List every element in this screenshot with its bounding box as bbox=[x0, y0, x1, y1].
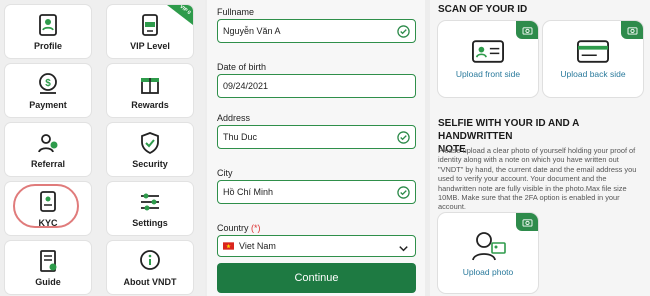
fullname-label: Fullname bbox=[217, 7, 255, 17]
menu-label-rewards: Rewards bbox=[131, 100, 169, 110]
upload-back-card[interactable]: Upload back side bbox=[543, 21, 643, 97]
menu-label-settings: Settings bbox=[132, 218, 168, 228]
upload-front-label: Upload front side bbox=[455, 68, 521, 79]
vip-card-icon bbox=[142, 14, 158, 36]
menu-label-security: Security bbox=[132, 159, 168, 169]
guide-book-icon bbox=[40, 250, 57, 272]
menu-label-guide: Guide bbox=[35, 277, 61, 287]
dob-value: 09/24/2021 bbox=[223, 81, 269, 91]
check-circle-icon bbox=[397, 186, 410, 199]
upload-front-card[interactable]: Upload front side bbox=[438, 21, 538, 97]
menu-tile-about[interactable]: About VNDT bbox=[107, 241, 193, 294]
country-select[interactable]: Viet Nam bbox=[217, 235, 416, 257]
menu-tile-vip-level[interactable]: VIP 0 VIP Level bbox=[107, 5, 193, 58]
menu-label-payment: Payment bbox=[29, 100, 67, 110]
city-field[interactable]: Hồ Chí Minh bbox=[217, 180, 416, 204]
referral-icon bbox=[38, 134, 58, 153]
sliders-icon bbox=[141, 193, 159, 211]
camera-icon bbox=[621, 21, 643, 39]
country-value: Viet Nam bbox=[239, 241, 276, 251]
kyc-highlight-ring bbox=[13, 184, 79, 228]
country-label: Country (*) bbox=[217, 223, 261, 233]
menu-tile-settings[interactable]: Settings bbox=[107, 182, 193, 235]
check-circle-icon bbox=[397, 25, 410, 38]
menu-tile-guide[interactable]: Guide bbox=[5, 241, 91, 294]
id-card-front-icon bbox=[472, 39, 504, 63]
address-label: Address bbox=[217, 113, 251, 123]
upload-back-label: Upload back side bbox=[560, 68, 626, 79]
continue-button[interactable]: Continue bbox=[217, 263, 416, 293]
city-label: City bbox=[217, 168, 233, 178]
camera-icon bbox=[516, 213, 538, 231]
info-icon bbox=[140, 250, 160, 270]
payment-coin-icon: $ bbox=[39, 73, 57, 94]
profile-icon bbox=[39, 14, 57, 36]
id-card-back-icon bbox=[577, 39, 609, 63]
vip-badge: VIP 0 bbox=[167, 5, 193, 25]
fullname-field[interactable]: Nguyễn Văn A bbox=[217, 19, 416, 43]
menu-label-profile: Profile bbox=[33, 41, 62, 51]
city-value: Hồ Chí Minh bbox=[223, 187, 274, 197]
upload-photo-card[interactable]: Upload photo bbox=[438, 213, 538, 293]
selfie-person-icon bbox=[472, 232, 506, 261]
check-circle-icon bbox=[397, 131, 410, 144]
address-field[interactable]: Thu Duc bbox=[217, 125, 416, 149]
dob-field[interactable]: 09/24/2021 bbox=[217, 74, 416, 98]
vietnam-flag-icon bbox=[223, 242, 234, 250]
menu-tile-profile[interactable]: Profile bbox=[5, 5, 91, 58]
menu-tile-payment[interactable]: $ Payment bbox=[5, 64, 91, 117]
dob-label: Date of birth bbox=[217, 62, 267, 72]
menu-tile-security[interactable]: Security bbox=[107, 123, 193, 176]
chevron-down-icon bbox=[399, 246, 408, 252]
address-value: Thu Duc bbox=[223, 132, 258, 142]
shield-icon bbox=[141, 132, 159, 155]
camera-icon bbox=[516, 21, 538, 39]
menu-tile-referral[interactable]: Referral bbox=[5, 123, 91, 176]
menu-label-vip-level: VIP Level bbox=[130, 41, 170, 51]
menu-label-referral: Referral bbox=[30, 159, 66, 169]
fullname-value: Nguyễn Văn A bbox=[223, 26, 281, 36]
scan-id-title: SCAN OF YOUR ID bbox=[438, 4, 528, 15]
upload-photo-label: Upload photo bbox=[462, 267, 514, 277]
menu-tile-rewards[interactable]: Rewards bbox=[107, 64, 193, 117]
svg-text:$: $ bbox=[45, 78, 51, 89]
gift-icon bbox=[141, 78, 159, 94]
menu-label-about: About VNDT bbox=[123, 277, 177, 287]
required-marker: (*) bbox=[251, 223, 261, 233]
selfie-instructions: Please upload a clear photo of yourself … bbox=[438, 146, 637, 212]
